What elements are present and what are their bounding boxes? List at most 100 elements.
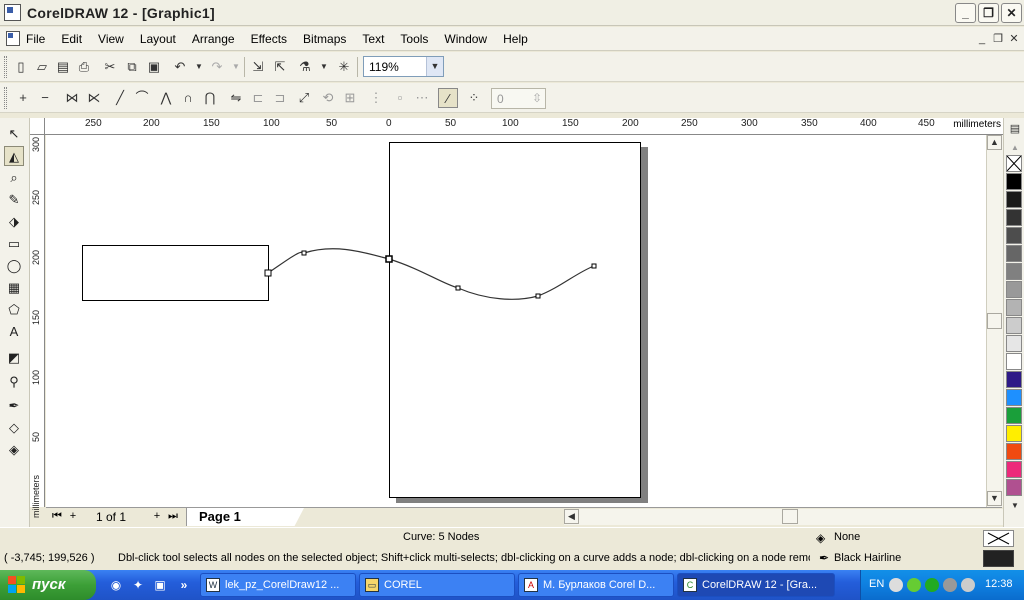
fill-tool-icon[interactable]: ◇ [4,418,24,438]
palette-options-icon[interactable]: ▤ [1005,119,1024,139]
zoom-level-select[interactable]: 119% ▼ [363,56,444,77]
auto-reduce-icon[interactable]: ⁄ [438,88,458,108]
print-icon[interactable]: ⎙ [74,57,94,77]
quick-launch-save-icon[interactable]: ▣ [152,577,168,593]
eyedropper-tool-icon[interactable]: ⚲ [4,372,24,392]
cut-icon[interactable]: ✂ [100,57,120,77]
extract-subpath-icon[interactable]: ⊐ [270,88,290,108]
toolbar-grip[interactable] [4,56,7,78]
ellipse-tool-icon[interactable]: ◯ [4,256,24,276]
doc-minimize-button[interactable]: _ [974,32,990,46]
rotate-nodes-icon[interactable]: ⟲ [318,88,338,108]
drawing-canvas[interactable] [46,135,986,507]
add-node-icon[interactable]: + [13,88,33,108]
tray-app-icon[interactable] [943,578,957,592]
ruler-origin[interactable] [30,118,45,135]
extend-curve-icon[interactable]: ⊏ [248,88,268,108]
color-swatch[interactable] [1006,245,1022,262]
menu-effects[interactable]: Effects [251,32,287,46]
curve-node-selected[interactable] [385,255,393,263]
last-page-icon[interactable]: ⏭ [166,509,180,523]
color-swatch[interactable] [1006,371,1022,388]
launcher-dropdown-icon[interactable]: ▼ [314,57,334,77]
rectangle-tool-icon[interactable]: ▭ [4,234,24,254]
first-page-icon[interactable]: ⏮ [50,509,64,523]
close-button[interactable]: ✕ [1001,3,1022,23]
menu-text[interactable]: Text [362,32,384,46]
menu-tools[interactable]: Tools [400,32,428,46]
menu-window[interactable]: Window [444,32,487,46]
color-swatch[interactable] [1006,299,1022,316]
select-all-icon[interactable]: ⁘ [464,88,484,108]
color-swatch[interactable] [1006,443,1022,460]
curve-node[interactable] [264,269,272,277]
add-page-after-icon[interactable]: + [150,509,164,523]
copy-icon[interactable]: ⧉ [122,57,142,77]
color-swatch[interactable] [1006,191,1022,208]
pick-tool-icon[interactable]: ↖ [4,124,24,144]
menu-view[interactable]: View [98,32,124,46]
color-swatch[interactable] [1006,227,1022,244]
curve-node[interactable] [301,250,307,256]
export-icon[interactable]: ⇱ [270,57,290,77]
tray-network-icon[interactable] [907,578,921,592]
freehand-tool-icon[interactable]: ✎ [4,190,24,210]
symmetrical-node-icon[interactable]: ⋂ [200,88,220,108]
tray-arrow-icon[interactable] [889,578,903,592]
select-all-nodes-icon[interactable]: ▫ [390,88,410,108]
color-swatch[interactable] [1006,425,1022,442]
curve-smoothness-field[interactable]: 0 ⇳ [491,88,546,109]
interactive-fill-tool-icon[interactable]: ◈ [4,440,24,460]
scroll-up-icon[interactable]: ▲ [987,135,1002,150]
horizontal-scroll-thumb[interactable] [782,509,798,524]
scroll-down-icon[interactable]: ▼ [987,491,1002,506]
application-launcher-icon[interactable]: ⚗ [295,57,315,77]
smooth-node-icon[interactable]: ∩ [178,88,198,108]
color-swatch[interactable] [1006,173,1022,190]
minimize-button[interactable]: _ [955,3,976,23]
color-swatch[interactable] [1006,479,1022,496]
menu-file[interactable]: File [26,32,45,46]
taskbar-item-coreldraw[interactable]: C CorelDRAW 12 - [Gra... [677,573,835,597]
corel-online-icon[interactable]: ✳ [334,57,354,77]
quick-launch-app-icon[interactable]: ✦ [130,577,146,593]
quick-launch-more-icon[interactable]: » [176,577,192,593]
reflect-nodes-icon[interactable]: ⋯ [412,88,432,108]
break-curve-icon[interactable]: ⋉ [84,88,104,108]
vertical-scrollbar[interactable]: ▲ ▼ [986,135,1003,507]
page-tab[interactable]: Page 1 [186,508,304,526]
convert-to-line-icon[interactable]: ╱ [110,88,130,108]
chevron-down-icon[interactable]: ▼ [426,57,443,76]
maximize-button[interactable]: ❐ [978,3,999,23]
elastic-mode-icon[interactable]: ⋮ [366,88,386,108]
convert-to-curve-icon[interactable]: ⌒ [132,88,152,108]
new-icon[interactable]: ▯ [11,57,31,77]
join-nodes-icon[interactable]: ⋈ [62,88,82,108]
outline-color-swatch[interactable] [983,550,1014,567]
doc-close-button[interactable]: ✕ [1006,32,1022,46]
color-swatch[interactable] [1006,353,1022,370]
interactive-blend-tool-icon[interactable]: ◩ [4,348,24,368]
taskbar-item-pdf[interactable]: A М. Бурлаков Corel D... [518,573,674,597]
no-color-swatch[interactable] [1006,155,1022,172]
color-swatch[interactable] [1006,407,1022,424]
color-swatch[interactable] [1006,263,1022,280]
taskbar-item-word[interactable]: W lek_pz_CorelDraw12 ... [200,573,356,597]
document-icon[interactable] [6,31,20,46]
graph-paper-tool-icon[interactable]: ▦ [4,278,24,298]
paste-icon[interactable]: ▣ [144,57,164,77]
redo-dropdown-icon[interactable]: ▼ [226,57,246,77]
stretch-nodes-icon[interactable]: ⤢ [294,88,314,108]
reverse-curve-icon[interactable]: ⇋ [226,88,246,108]
fill-color-swatch[interactable] [983,530,1014,547]
spin-icon[interactable]: ⇳ [532,91,542,105]
tray-volume-icon[interactable] [961,578,975,592]
palette-scroll-down-icon[interactable]: ▼ [1005,496,1024,516]
menu-arrange[interactable]: Arrange [192,32,235,46]
vertical-scroll-thumb[interactable] [987,313,1002,329]
menu-layout[interactable]: Layout [140,32,176,46]
tray-antivirus-icon[interactable] [925,578,939,592]
save-icon[interactable]: ▤ [53,57,73,77]
color-swatch[interactable] [1006,281,1022,298]
zoom-tool-icon[interactable]: ⌕ [4,168,24,188]
